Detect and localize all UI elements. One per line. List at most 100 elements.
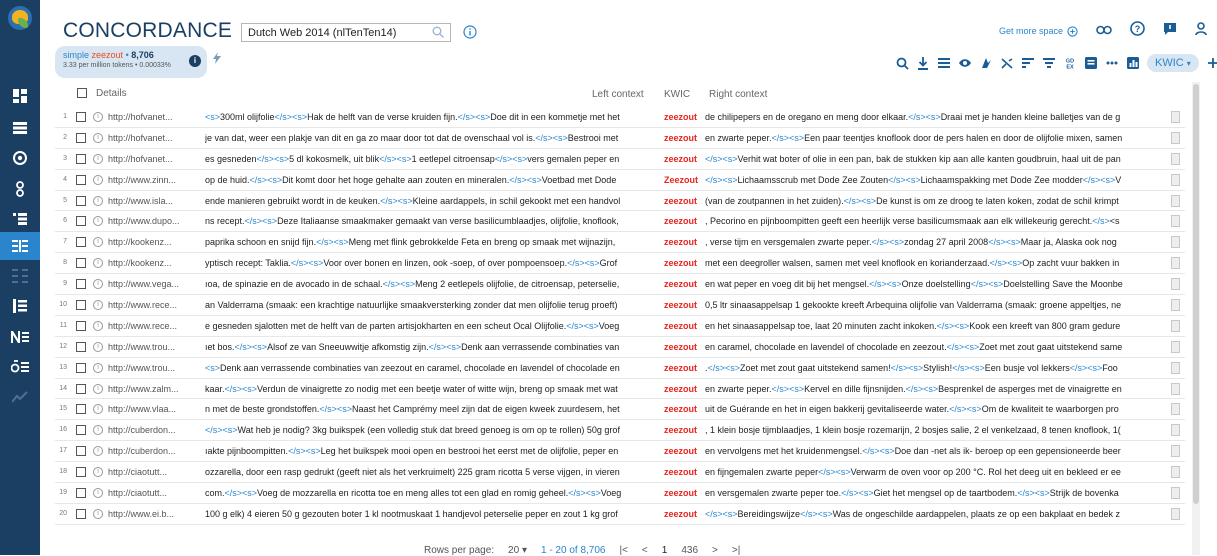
kwic-keyword[interactable]: zeezout <box>664 112 697 122</box>
concordance-row[interactable]: 11 i http://www.rece... e gesneden sjalotte… <box>55 316 1185 337</box>
row-checkbox[interactable] <box>76 153 86 164</box>
copy-icon[interactable] <box>1171 340 1180 353</box>
first-page-icon[interactable]: |< <box>619 545 627 556</box>
row-checkbox[interactable] <box>76 112 86 122</box>
concordance-row[interactable]: 13 i http://www.trou... <s>Denk aan verrass… <box>55 358 1185 379</box>
left-context[interactable]: ozzarella, door een rasp gedrukt (geeft … <box>205 467 660 477</box>
rows-per-page-select[interactable]: 20 ▾ <box>508 545 527 556</box>
more-icon[interactable] <box>1105 56 1119 70</box>
source-url[interactable]: http://hofvanet... <box>108 154 201 164</box>
source-url[interactable]: http://www.rece... <box>108 300 201 310</box>
right-context[interactable]: (van de zoutpannen in het zuiden).</s><s… <box>705 196 1165 206</box>
kwic-keyword[interactable]: zeezout <box>664 342 697 352</box>
download-icon[interactable] <box>916 56 930 70</box>
row-info-icon[interactable]: i <box>93 258 103 269</box>
row-info-icon[interactable]: i <box>93 216 103 227</box>
frequency-icon[interactable]: GD EX <box>1063 56 1077 70</box>
corpus-selector[interactable]: Dutch Web 2014 (nlTenTen14) <box>241 23 451 42</box>
query-summary-chip[interactable]: simple zeezout • 8,706 3.33 per million … <box>55 46 207 78</box>
copy-icon[interactable] <box>1171 466 1180 479</box>
right-context[interactable]: </s><s>Lichaamsscrub met Dode Zee Zouten… <box>705 175 1165 185</box>
ngrams-icon[interactable] <box>0 205 40 233</box>
right-context[interactable]: en vervolgens met het kruidenmengsel.</s… <box>705 446 1165 456</box>
dashboard-icon[interactable] <box>0 82 40 110</box>
concordance-row[interactable]: 6 i http://www.dupo... ns recept.</s><s>Dez… <box>55 211 1185 233</box>
copy-icon[interactable] <box>1171 236 1180 249</box>
source-url[interactable]: http://www.zalm... <box>108 384 201 394</box>
row-info-icon[interactable]: i <box>93 467 103 478</box>
row-checkbox[interactable] <box>76 300 86 311</box>
source-url[interactable]: http://www.rece... <box>108 321 201 331</box>
sketch-engine-logo[interactable] <box>8 6 32 30</box>
concordance-row[interactable]: 2 i http://hofvanet... je van dat, weer een… <box>55 128 1185 149</box>
row-checkbox[interactable] <box>76 446 86 457</box>
right-context[interactable]: .</s><s>Zoet met zout gaat uitstekend sa… <box>705 363 1165 373</box>
add-icon[interactable] <box>1206 56 1217 70</box>
concordance-row[interactable]: 12 i http://www.trou... ıet bos.</s><s>Also… <box>55 337 1185 358</box>
row-checkbox[interactable] <box>76 488 86 499</box>
right-context[interactable]: en fijngemalen zwarte peper</s><s>Verwar… <box>705 467 1165 477</box>
concordance-row[interactable]: 7 i http://kookenz... paprika schoon en sni… <box>55 232 1185 254</box>
concordance-row[interactable]: 1 i http://hofvanet... <s>300ml olijfolie</… <box>55 107 1185 128</box>
search-icon[interactable] <box>432 26 444 41</box>
row-checkbox[interactable] <box>76 195 86 206</box>
diff-icon[interactable] <box>0 353 40 381</box>
row-info-icon[interactable]: i <box>93 341 103 352</box>
last-page-icon[interactable]: >| <box>732 545 740 556</box>
source-url[interactable]: http://www.isla... <box>108 196 201 206</box>
concordance-row[interactable]: 18 i http://ciaotutt... ozzarella, door een… <box>55 462 1185 484</box>
copy-icon[interactable] <box>1171 215 1180 228</box>
right-context[interactable]: </s><s>Verhit wat boter of olie in een p… <box>705 154 1165 164</box>
concordance-row[interactable]: 20 i http://www.ei.b... 100 g elk) 4 eieren… <box>55 504 1185 525</box>
row-info-icon[interactable]: i <box>93 237 103 248</box>
next-page-icon[interactable]: > <box>712 545 718 556</box>
sort-icon[interactable] <box>1021 56 1035 70</box>
query-info-icon[interactable]: i <box>189 55 201 67</box>
concordance-row[interactable]: 8 i http://kookenz... yptisch recept: Takli… <box>55 253 1185 275</box>
row-checkbox[interactable] <box>76 237 86 248</box>
row-checkbox[interactable] <box>76 383 86 394</box>
kwic-keyword[interactable]: zeezout <box>664 216 697 226</box>
copy-icon[interactable] <box>1171 111 1180 123</box>
prev-page-icon[interactable]: < <box>642 545 648 556</box>
concordance-row[interactable]: 3 i http://hofvanet... es gesneden</s><s>5 … <box>55 149 1185 170</box>
row-info-icon[interactable]: i <box>93 112 103 122</box>
concordance-row[interactable]: 5 i http://www.isla... ende manieren gebrui… <box>55 191 1185 212</box>
source-url[interactable]: http://cuberdon... <box>108 425 201 435</box>
concordance-row[interactable]: 19 i http://ciaotutt... com.</s><s>Voeg de … <box>55 483 1185 504</box>
kwic-keyword[interactable]: zeezout <box>664 154 697 164</box>
copy-icon[interactable] <box>1171 319 1180 332</box>
source-url[interactable]: http://www.zinn... <box>108 175 201 185</box>
right-context[interactable]: en wat peper en voeg dit bij het mengsel… <box>705 279 1165 289</box>
source-url[interactable]: http://hofvanet... <box>108 133 201 143</box>
left-context[interactable]: yptisch recept: Taklia.</s><s>Voor over … <box>205 258 660 268</box>
copy-icon[interactable] <box>1171 194 1180 207</box>
select-all-checkbox[interactable] <box>77 88 87 98</box>
left-context[interactable]: <s>300ml olijfolie</s><s>Hak de helft va… <box>205 112 660 122</box>
row-info-icon[interactable]: i <box>93 488 103 499</box>
right-context[interactable]: met een deegroller walsen, samen met vee… <box>705 258 1165 268</box>
source-url[interactable]: http://www.vlaa... <box>108 404 201 414</box>
page-number[interactable]: 1 <box>662 545 668 556</box>
left-context[interactable]: op de huid.</s><s>Dit komt door het hoge… <box>205 175 660 185</box>
concordance-icon[interactable] <box>0 232 40 260</box>
left-context[interactable]: ıakte pijnboompitten.</s><s>Leg het buik… <box>205 446 660 456</box>
left-context[interactable]: ende manieren gebruikt wordt in de keuke… <box>205 196 660 206</box>
kwic-keyword[interactable]: zeezout <box>664 363 697 373</box>
row-info-icon[interactable]: i <box>93 300 103 311</box>
chart-icon[interactable] <box>1126 56 1140 70</box>
source-url[interactable]: http://cuberdon... <box>108 446 201 456</box>
copy-icon[interactable] <box>1171 173 1180 186</box>
left-context[interactable]: es gesneden</s><s>5 dl kokosmelk, uit bl… <box>205 154 660 164</box>
row-checkbox[interactable] <box>76 425 86 436</box>
kwic-keyword[interactable]: zeezout <box>664 237 697 247</box>
kwic-keyword[interactable]: zeezout <box>664 446 697 456</box>
left-context[interactable]: an Valderrama (smaak: een krachtige natu… <box>205 300 660 310</box>
row-info-icon[interactable]: i <box>93 362 103 373</box>
keywords-icon[interactable] <box>0 323 40 351</box>
right-context[interactable]: , verse tijm en versgemalen zwarte peper… <box>705 237 1165 247</box>
source-url[interactable]: http://hofvanet... <box>108 112 201 122</box>
copy-icon[interactable] <box>1171 403 1180 416</box>
source-url[interactable]: http://ciaotutt... <box>108 467 201 477</box>
row-checkbox[interactable] <box>76 320 86 331</box>
